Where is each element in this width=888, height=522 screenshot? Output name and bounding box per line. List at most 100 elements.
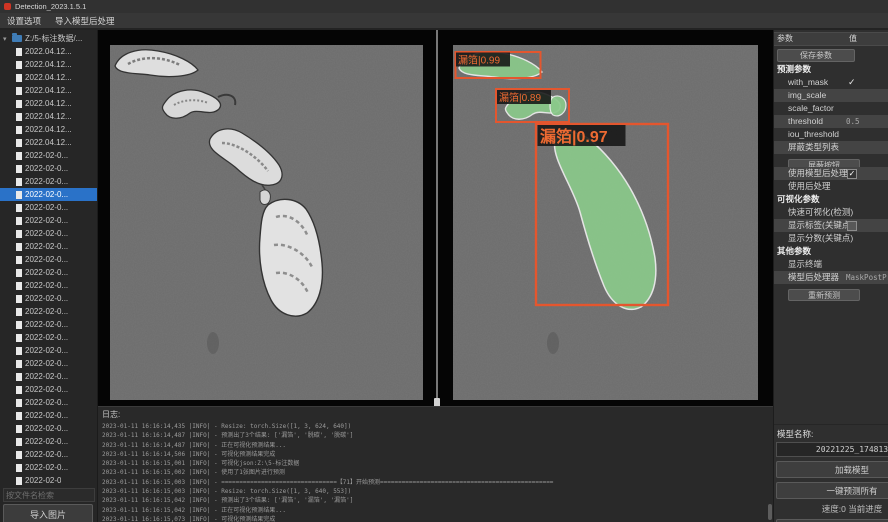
- prediction-image-panel[interactable]: 漏箔|0.99 漏箔|0.89 漏箔|0.97: [453, 45, 758, 400]
- window-title: Detection_2023.1.5.1: [15, 2, 86, 11]
- tree-item[interactable]: 2022-02-0: [0, 474, 97, 486]
- tree-item[interactable]: 2022-02-0...: [0, 201, 97, 214]
- tree-item[interactable]: 2022-02-0...: [0, 435, 97, 448]
- tree-item-label: 2022-02-0: [25, 476, 61, 485]
- file-icon: [16, 282, 22, 290]
- tree-item[interactable]: 2022-02-0...: [0, 383, 97, 396]
- tree-item-label: 2022-02-0...: [25, 307, 68, 316]
- param-action-button[interactable]: 重新预测: [788, 289, 860, 301]
- model-name-field[interactable]: 20221225_174813: [776, 442, 888, 457]
- tree-item[interactable]: 2022-02-0...: [0, 188, 97, 201]
- param-row[interactable]: 快速可视化(检测): [774, 206, 888, 219]
- param-row[interactable]: 使用模型后处理✓: [774, 167, 888, 180]
- param-row[interactable]: threshold0.5: [774, 115, 888, 128]
- param-button-row: 重新预测: [774, 284, 888, 297]
- tree-item[interactable]: 2022-02-0...: [0, 370, 97, 383]
- model-name-label: 模型名称:: [774, 425, 888, 442]
- tree-item[interactable]: 2022-02-0...: [0, 175, 97, 188]
- tree-item-label: 2022.04.12...: [25, 86, 72, 95]
- file-icon: [16, 165, 22, 173]
- tree-item-label: 2022.04.12...: [25, 60, 72, 69]
- file-icon: [16, 412, 22, 420]
- tree-item[interactable]: 2022.04.12...: [0, 84, 97, 97]
- param-row[interactable]: iou_threshold: [774, 128, 888, 141]
- tree-item[interactable]: 2022-02-0...: [0, 253, 97, 266]
- file-icon: [16, 230, 22, 238]
- tree-item[interactable]: 2022-02-0...: [0, 162, 97, 175]
- tree-item[interactable]: 2022-02-0...: [0, 331, 97, 344]
- file-tree-panel: ▾ Z:/5-标注数据/... 2022.04.12...2022.04.12.…: [0, 30, 98, 522]
- tree-item[interactable]: 2022.04.12...: [0, 123, 97, 136]
- import-image-button[interactable]: 导入图片: [3, 504, 93, 522]
- param-section-title: 预测参数: [774, 63, 888, 76]
- tree-item[interactable]: 2022-02-0...: [0, 448, 97, 461]
- file-tree: ▾ Z:/5-标注数据/... 2022.04.12...2022.04.12.…: [0, 32, 97, 486]
- tree-item[interactable]: 2022-02-0...: [0, 396, 97, 409]
- tree-item[interactable]: 2022-02-0...: [0, 357, 97, 370]
- detection-label-1: 漏箔|0.99: [458, 54, 500, 67]
- tree-item[interactable]: 2022.04.12...: [0, 45, 97, 58]
- tree-item[interactable]: 2022.04.12...: [0, 97, 97, 110]
- load-model-button[interactable]: 加载模型: [776, 461, 888, 478]
- tree-item-label: 2022-02-0...: [25, 463, 68, 472]
- log-line: 2023-01-11 16:16:15,003 |INFO| - =======…: [102, 478, 773, 487]
- original-image-panel[interactable]: [110, 45, 423, 400]
- menu-import-postprocess[interactable]: 导入模型后处理: [48, 13, 122, 28]
- tree-root[interactable]: ▾ Z:/5-标注数据/...: [0, 32, 97, 45]
- param-row[interactable]: 显示标签(关键点): [774, 219, 888, 232]
- param-label: 显示终端: [788, 259, 822, 269]
- param-row[interactable]: scale_factor: [774, 102, 888, 115]
- predict-all-button[interactable]: 一键预测所有: [776, 482, 888, 499]
- expand-arrow-icon[interactable]: ▾: [3, 35, 9, 43]
- checkbox-checked[interactable]: ✓: [847, 169, 857, 179]
- filename-search-input[interactable]: [3, 488, 95, 502]
- param-row[interactable]: img_scale: [774, 89, 888, 102]
- app-window: Detection_2023.1.5.1 设置选项 导入模型后处理 ▾ Z:/5…: [0, 0, 888, 522]
- tree-item[interactable]: 2022.04.12...: [0, 110, 97, 123]
- tree-item-label: 2022-02-0...: [25, 164, 68, 173]
- tree-item[interactable]: 2022-02-0...: [0, 422, 97, 435]
- tree-item[interactable]: 2022.04.12...: [0, 58, 97, 71]
- file-icon: [16, 373, 22, 381]
- tree-item[interactable]: 2022-02-0...: [0, 318, 97, 331]
- param-label: img_scale: [788, 90, 826, 100]
- file-icon: [16, 477, 22, 485]
- tree-item[interactable]: 2022-02-0...: [0, 227, 97, 240]
- param-row[interactable]: 模型后处理器MaskPostPro: [774, 271, 888, 284]
- tree-item[interactable]: 2022-02-0...: [0, 240, 97, 253]
- log-lines: 2023-01-11 16:16:14,435 |INFO| - Resize:…: [102, 422, 773, 522]
- checkmark-icon[interactable]: ✓: [848, 76, 856, 89]
- file-icon: [16, 87, 22, 95]
- model-section: 模型名称: 20221225_174813 加载模型 一键预测所有 速度:0 当…: [774, 424, 888, 522]
- tree-item-label: 2022-02-0...: [25, 216, 68, 225]
- file-icon: [16, 399, 22, 407]
- log-scrollbar[interactable]: [768, 504, 772, 520]
- tree-item[interactable]: 2022-02-0...: [0, 409, 97, 422]
- param-row[interactable]: 屏蔽类型列表: [774, 141, 888, 154]
- tree-item[interactable]: 2022-02-0...: [0, 292, 97, 305]
- tree-item[interactable]: 2022-02-0...: [0, 279, 97, 292]
- tree-item[interactable]: 2022-02-0...: [0, 461, 97, 474]
- menu-settings[interactable]: 设置选项: [0, 13, 48, 28]
- tree-item-label: 2022-02-0...: [25, 255, 68, 264]
- original-image: [110, 45, 423, 400]
- tree-item[interactable]: 2022-02-0...: [0, 149, 97, 162]
- tree-item[interactable]: 2022-02-0...: [0, 344, 97, 357]
- checkbox-empty[interactable]: [847, 221, 857, 231]
- param-row[interactable]: 显示分数(关键点): [774, 232, 888, 245]
- param-row[interactable]: 使用后处理: [774, 180, 888, 193]
- file-icon: [16, 438, 22, 446]
- file-icon: [16, 126, 22, 134]
- log-line: 2023-01-11 16:16:15,003 |INFO| - Resize:…: [102, 487, 773, 496]
- tree-item[interactable]: 2022-02-0...: [0, 214, 97, 227]
- tree-item[interactable]: 2022.04.12...: [0, 136, 97, 149]
- folder-icon: [12, 35, 22, 42]
- param-row[interactable]: with_mask✓: [774, 76, 888, 89]
- panel-divider[interactable]: [436, 30, 438, 406]
- tree-item[interactable]: 2022-02-0...: [0, 305, 97, 318]
- file-icon: [16, 451, 22, 459]
- param-row[interactable]: 显示终端: [774, 258, 888, 271]
- tree-item[interactable]: 2022-02-0...: [0, 266, 97, 279]
- tree-item[interactable]: 2022.04.12...: [0, 71, 97, 84]
- save-params-button[interactable]: 保存参数: [777, 49, 855, 62]
